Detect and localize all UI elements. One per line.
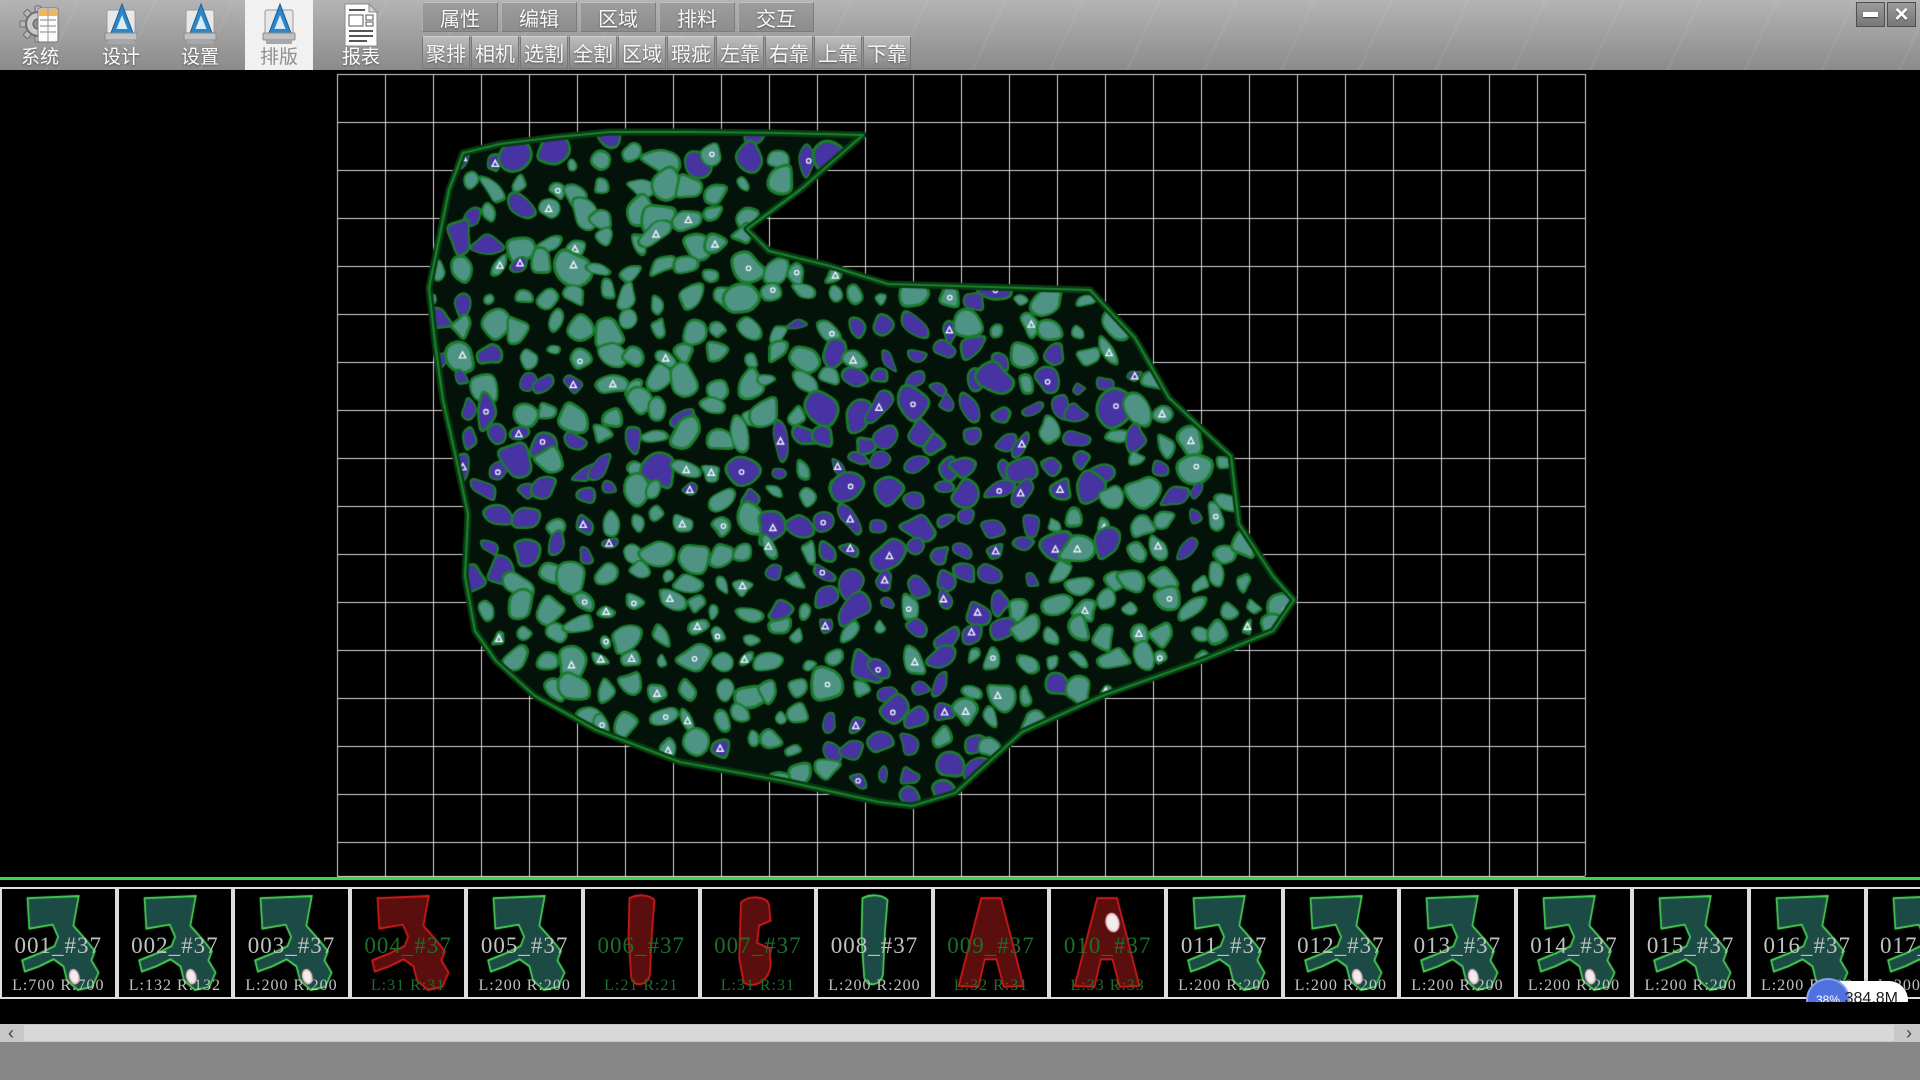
- piece-lr-count: L:33 R:33: [1051, 977, 1164, 995]
- menu-tab-交互[interactable]: 交互: [738, 2, 814, 32]
- piece-id-label: 013_#37: [1401, 933, 1514, 959]
- piece-id-label: 003_#37: [235, 933, 348, 959]
- piece-id-label: 012_#37: [1285, 933, 1398, 959]
- nesting-workspace[interactable]: [0, 70, 1920, 877]
- piece-id-label: 010_#37: [1051, 933, 1164, 959]
- piece-lr-count: L:31 R:31: [352, 977, 465, 995]
- piece-id-label: 005_#37: [468, 933, 581, 959]
- piece-thumbnail-004_#37[interactable]: 004_#37 L:31 R:31: [350, 887, 467, 999]
- piece-thumbnail-006_#37[interactable]: 006_#37 L:21 R:21: [583, 887, 700, 999]
- tool-button-label: 系统: [21, 48, 59, 68]
- command-button-选割[interactable]: 选割: [520, 36, 568, 69]
- scroll-right-arrow[interactable]: ›: [1898, 1024, 1920, 1042]
- tool-button-label: 设计: [102, 48, 140, 68]
- tool-button-设计[interactable]: 设计: [87, 0, 155, 70]
- piece-id-label: 006_#37: [585, 933, 698, 959]
- piece-lr-count: L:21 R:21: [585, 977, 698, 995]
- piece-thumbnail-003_#37[interactable]: 003_#37 L:200 R:200: [233, 887, 350, 999]
- command-button-全割[interactable]: 全割: [569, 36, 617, 69]
- tool-button-label: 设置: [181, 48, 219, 68]
- menu-tab-bar: 属性编辑区域排料交互: [422, 2, 814, 32]
- piece-thumbnail-014_#37[interactable]: 014_#37 L:200 R:200: [1516, 887, 1633, 999]
- piece-thumbnail-010_#37[interactable]: 010_#37 L:33 R:33: [1049, 887, 1166, 999]
- piece-id-label: 001_#37: [2, 933, 115, 959]
- piece-lr-count: L:200 R:200: [1518, 977, 1631, 995]
- command-button-区域[interactable]: 区域: [618, 36, 666, 69]
- piece-thumbnail-001_#37[interactable]: 001_#37 L:700 R:700: [0, 887, 117, 999]
- set-square-icon: [178, 2, 222, 48]
- piece-id-label: 004_#37: [352, 933, 465, 959]
- menu-tab-排料[interactable]: 排料: [659, 2, 735, 32]
- command-button-聚排[interactable]: 聚排: [422, 36, 470, 69]
- piece-lr-count: L:200 R:200: [818, 977, 931, 995]
- tool-button-报表[interactable]: 报表: [327, 0, 395, 70]
- tool-button-系统[interactable]: 系统: [6, 0, 74, 70]
- piece-lr-count: L:200 R:200: [1168, 977, 1281, 995]
- command-button-上靠[interactable]: 上靠: [814, 36, 862, 69]
- piece-id-label: 009_#37: [935, 933, 1048, 959]
- piece-lr-count: L:200 R:200: [1634, 977, 1747, 995]
- horizontal-scrollbar[interactable]: ‹ ›: [0, 1024, 1920, 1042]
- piece-thumbnail-005_#37[interactable]: 005_#37 L:200 R:200: [466, 887, 583, 999]
- piece-id-label: 017_#37: [1868, 933, 1920, 959]
- tool-button-label: 报表: [342, 48, 380, 68]
- minimize-button[interactable]: [1856, 2, 1885, 27]
- close-icon: ×: [1894, 4, 1908, 26]
- tool-button-设置[interactable]: 设置: [166, 0, 234, 70]
- command-button-右靠[interactable]: 右靠: [765, 36, 813, 69]
- command-button-row: 聚排相机选割全割区域瑕疵左靠右靠上靠下靠: [422, 36, 911, 69]
- piece-id-label: 008_#37: [818, 933, 931, 959]
- titlebar: 系统设计设置排版报表 属性编辑区域排料交互 聚排相机选割全割区域瑕疵左靠右靠上靠…: [0, 0, 1920, 71]
- piece-lr-count: L:200 R:200: [1401, 977, 1514, 995]
- piece-thumbnail-strip: 001_#37 L:700 R:700002_#37 L:132 R:132003_…: [0, 880, 1920, 1002]
- minimize-icon: [1863, 12, 1878, 17]
- command-button-瑕疵[interactable]: 瑕疵: [667, 36, 715, 69]
- piece-lr-count: L:31 R:31: [702, 977, 815, 995]
- piece-id-label: 011_#37: [1168, 933, 1281, 959]
- nesting-canvas[interactable]: [0, 70, 1920, 877]
- menu-tab-属性[interactable]: 属性: [422, 2, 498, 32]
- tool-button-排版[interactable]: 排版: [245, 0, 313, 70]
- tool-button-label: 排版: [260, 48, 298, 68]
- menu-tab-区域[interactable]: 区域: [580, 2, 656, 32]
- set-square-icon: [257, 2, 301, 48]
- piece-id-label: 007_#37: [702, 933, 815, 959]
- window-controls: ×: [1856, 2, 1916, 27]
- status-footer: [0, 1042, 1920, 1080]
- piece-lr-count: L:700 R:700: [2, 977, 115, 995]
- command-button-相机[interactable]: 相机: [471, 36, 519, 69]
- piece-id-label: 002_#37: [119, 933, 232, 959]
- piece-lr-count: L:132 R:132: [119, 977, 232, 995]
- close-button[interactable]: ×: [1887, 2, 1916, 27]
- piece-lr-count: L:200 R:200: [1285, 977, 1398, 995]
- piece-thumbnail-015_#37[interactable]: 015_#37 L:200 R:200: [1632, 887, 1749, 999]
- piece-lr-count: L:200 R:200: [468, 977, 581, 995]
- piece-id-label: 015_#37: [1634, 933, 1747, 959]
- scrollbar-thumb[interactable]: [24, 1025, 1894, 1041]
- piece-id-label: 014_#37: [1518, 933, 1631, 959]
- piece-thumbnail-007_#37[interactable]: 007_#37 L:31 R:31: [700, 887, 817, 999]
- set-square-icon: [99, 2, 143, 48]
- command-button-下靠[interactable]: 下靠: [863, 36, 911, 69]
- command-button-左靠[interactable]: 左靠: [716, 36, 764, 69]
- bottom-gap: [0, 1002, 1920, 1024]
- piece-lr-count: L:32 R:31: [935, 977, 1048, 995]
- gear-document-icon: [18, 2, 62, 48]
- piece-thumbnail-013_#37[interactable]: 013_#37 L:200 R:200: [1399, 887, 1516, 999]
- piece-thumbnail-002_#37[interactable]: 002_#37 L:132 R:132: [117, 887, 234, 999]
- piece-thumbnail-009_#37[interactable]: 009_#37 L:32 R:31: [933, 887, 1050, 999]
- scroll-left-arrow[interactable]: ‹: [0, 1024, 22, 1042]
- piece-thumbnail-008_#37[interactable]: 008_#37 L:200 R:200: [816, 887, 933, 999]
- piece-lr-count: L:200 R:200: [235, 977, 348, 995]
- menu-tab-编辑[interactable]: 编辑: [501, 2, 577, 32]
- report-icon: [339, 2, 383, 48]
- piece-thumbnail-012_#37[interactable]: 012_#37 L:200 R:200: [1283, 887, 1400, 999]
- piece-thumbnail-011_#37[interactable]: 011_#37 L:200 R:200: [1166, 887, 1283, 999]
- piece-id-label: 016_#37: [1751, 933, 1864, 959]
